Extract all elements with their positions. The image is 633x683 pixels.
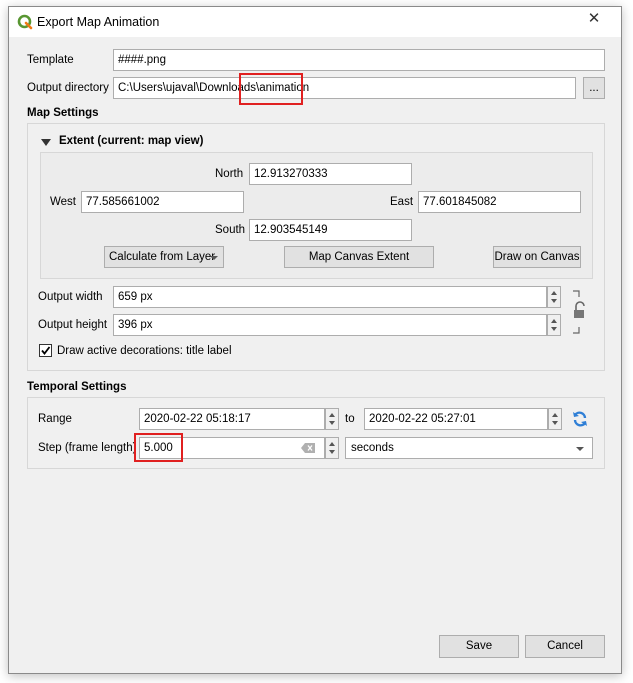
checkmark-icon [41, 346, 51, 355]
step-label: Step (frame length) [38, 442, 137, 454]
template-label: Template [27, 54, 74, 66]
south-label: South [215, 224, 246, 236]
map-settings-title: Map Settings [27, 107, 99, 119]
south-input[interactable]: 12.903545149 [249, 219, 412, 241]
save-button[interactable]: Save [439, 635, 519, 658]
lock-aspect-ratio-icon[interactable] [569, 289, 591, 335]
browse-button[interactable]: ... [583, 77, 605, 99]
temporal-settings-title: Temporal Settings [27, 381, 127, 393]
dropdown-arrow-icon [210, 256, 218, 260]
west-input[interactable]: 77.585661002 [81, 191, 244, 213]
range-to-label: to [345, 413, 355, 425]
output-directory-label: Output directory [27, 82, 109, 94]
north-input[interactable]: 12.913270333 [249, 163, 412, 185]
draw-decorations-label[interactable]: Draw active decorations: title label [57, 345, 232, 357]
calculate-from-layer-button[interactable]: Calculate from Layer [104, 246, 224, 268]
north-label: North [215, 168, 244, 180]
range-start-input[interactable]: 2020-02-22 05:18:17 [139, 408, 325, 430]
export-map-animation-dialog: Export Map Animation ✕ Template ####.png… [8, 6, 622, 674]
west-label: West [50, 196, 76, 208]
range-end-input[interactable]: 2020-02-22 05:27:01 [364, 408, 548, 430]
output-height-label: Output height [38, 319, 108, 331]
draw-on-canvas-button[interactable]: Draw on Canvas [493, 246, 581, 268]
clear-field-icon[interactable] [301, 443, 315, 453]
output-height-input[interactable]: 396 px [113, 314, 547, 336]
east-label: East [390, 196, 414, 208]
template-input[interactable]: ####.png [113, 49, 605, 71]
chevron-down-icon [576, 447, 584, 451]
map-canvas-extent-button[interactable]: Map Canvas Extent [284, 246, 434, 268]
output-width-spinner[interactable] [547, 286, 561, 308]
qgis-logo-icon [17, 14, 33, 30]
step-unit-value: seconds [351, 442, 394, 454]
collapse-arrow-icon[interactable] [41, 139, 51, 146]
highlight-box-folder [239, 73, 303, 105]
step-unit-select[interactable]: seconds [345, 437, 593, 459]
draw-decorations-checkbox[interactable] [39, 344, 52, 357]
close-button[interactable]: ✕ [573, 7, 615, 29]
east-input[interactable]: 77.601845082 [418, 191, 581, 213]
close-icon: ✕ [587, 10, 601, 27]
step-spinner[interactable] [325, 437, 339, 459]
extent-title[interactable]: Extent (current: map view) [59, 135, 203, 147]
calculate-from-layer-label: Calculate from Layer [109, 251, 216, 263]
highlight-box-step [134, 433, 183, 462]
refresh-range-icon[interactable] [571, 410, 589, 428]
cancel-button[interactable]: Cancel [525, 635, 605, 658]
window-title: Export Map Animation [37, 15, 160, 29]
output-directory-input[interactable]: C:\Users\ujaval\Downloads\animation [113, 77, 576, 99]
title-bar[interactable]: Export Map Animation ✕ [9, 7, 621, 37]
range-label: Range [38, 413, 72, 425]
output-height-spinner[interactable] [547, 314, 561, 336]
range-start-spinner[interactable] [325, 408, 339, 430]
range-end-spinner[interactable] [548, 408, 562, 430]
output-width-input[interactable]: 659 px [113, 286, 547, 308]
output-width-label: Output width [38, 291, 103, 303]
